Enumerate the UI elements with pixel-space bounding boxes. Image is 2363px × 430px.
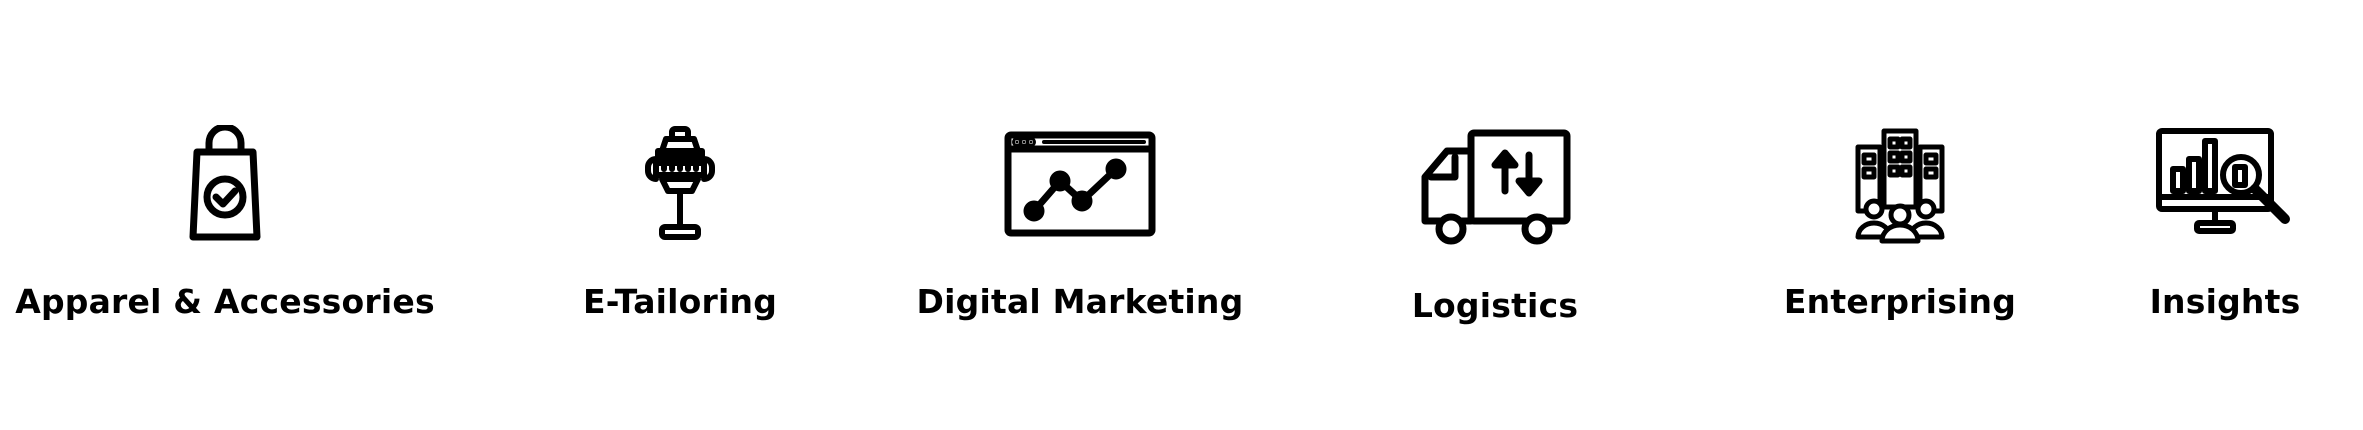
service-digital-marketing[interactable]: Digital Marketing	[910, 0, 1250, 430]
buildings-people-icon	[1820, 125, 1980, 245]
service-label: Insights	[2149, 282, 2301, 321]
monitor-bar-chart-magnifier-icon	[2145, 125, 2305, 245]
service-e-tailoring[interactable]: E-Tailoring	[520, 0, 840, 430]
service-insights[interactable]: Insights	[2080, 0, 2363, 430]
shopping-bag-check-icon	[145, 125, 305, 245]
service-label: Apparel & Accessories	[15, 282, 435, 321]
service-label: E-Tailoring	[582, 282, 778, 321]
service-label: Logistics	[1411, 286, 1579, 325]
service-logistics[interactable]: Logistics	[1330, 0, 1660, 430]
browser-line-chart-icon	[1000, 125, 1160, 245]
service-label: Enterprising	[1783, 282, 2017, 321]
service-enterprising[interactable]: Enterprising	[1735, 0, 2065, 430]
service-label: Digital Marketing	[916, 282, 1244, 321]
delivery-truck-icon	[1415, 125, 1575, 245]
service-apparel-accessories[interactable]: Apparel & Accessories	[15, 0, 435, 430]
tailor-mannequin-icon	[600, 125, 760, 245]
